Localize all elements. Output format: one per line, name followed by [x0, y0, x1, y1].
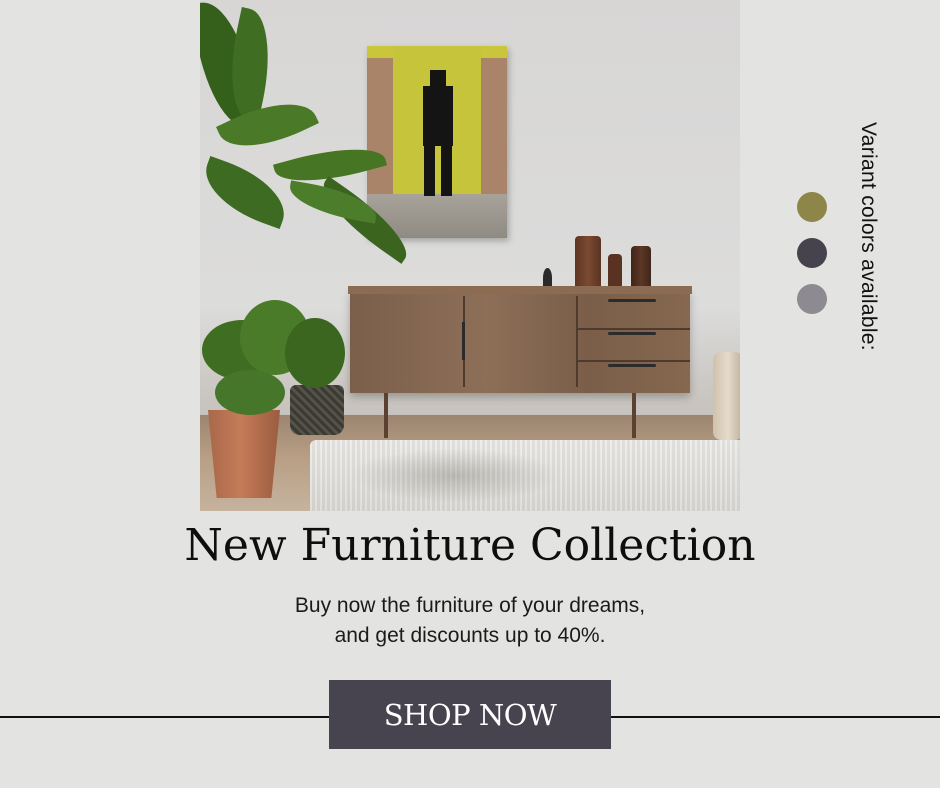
color-swatch-grey[interactable] — [797, 284, 827, 314]
plant-leaf — [285, 318, 345, 388]
color-swatch-charcoal[interactable] — [797, 238, 827, 268]
rug-shadow — [350, 448, 560, 503]
plant-pot — [208, 410, 280, 498]
promo-subtext: Buy now the furniture of your dreams, an… — [0, 591, 940, 651]
sideboard — [348, 286, 692, 393]
plant-leaf — [215, 370, 285, 415]
variant-colors-label: Variant colors available: — [857, 122, 880, 351]
product-photo — [200, 0, 740, 511]
divider-left — [0, 716, 329, 718]
shop-now-button[interactable]: SHOP NOW — [329, 680, 611, 749]
plant-basket — [290, 385, 344, 435]
subtext-line-2: and get discounts up to 40%. — [334, 624, 606, 647]
subtext-line-1: Buy now the furniture of your dreams, — [294, 594, 646, 617]
divider-right — [611, 716, 940, 718]
headline: New Furniture Collection — [184, 520, 756, 571]
vase-tall — [575, 236, 601, 292]
bird-figurine — [543, 268, 552, 288]
wall-painting — [367, 46, 507, 238]
wood-stool — [713, 352, 740, 440]
color-swatch-olive[interactable] — [797, 192, 827, 222]
